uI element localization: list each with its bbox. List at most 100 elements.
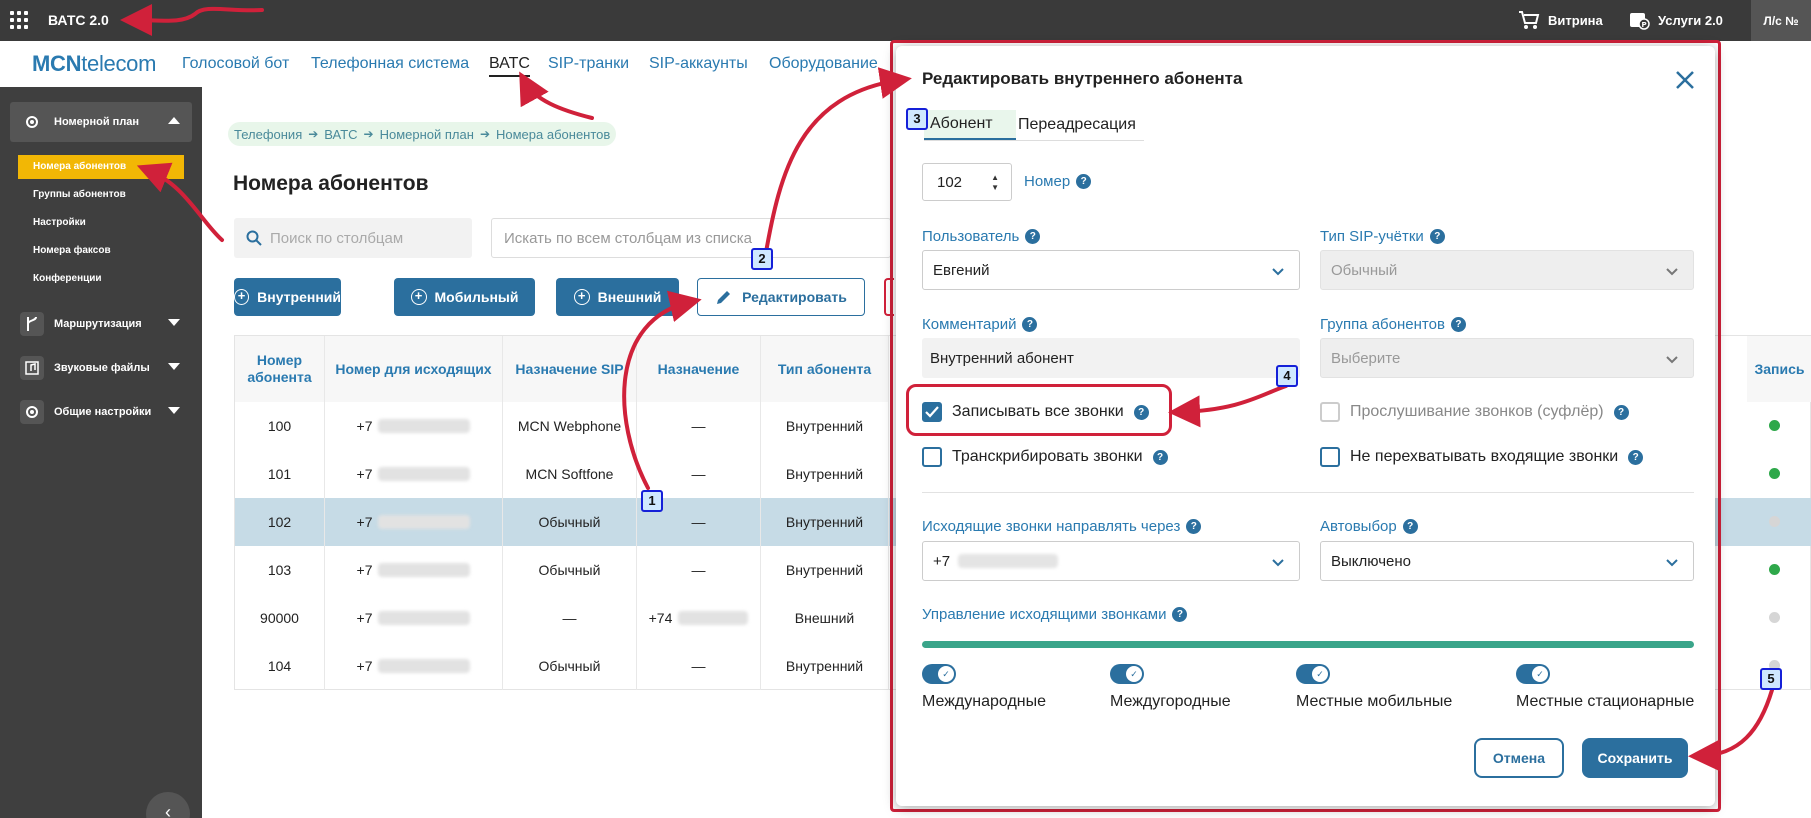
chevron-down-icon xyxy=(1272,559,1284,567)
outgoing-via-select[interactable]: +7 xyxy=(922,541,1300,581)
checkbox-icon[interactable] xyxy=(922,447,942,467)
help-icon[interactable]: ? xyxy=(1186,519,1202,534)
col-header-number[interactable]: Номер абонента xyxy=(235,336,325,402)
table-cell-sip: MCN Softfone xyxy=(503,450,637,498)
number-stepper[interactable]: 102 ▲ ▼ xyxy=(922,163,1012,201)
col-header-record[interactable]: Запись xyxy=(1747,336,1811,402)
table-cell-num: 90000 xyxy=(235,594,325,642)
help-icon[interactable]: ? xyxy=(1402,519,1418,534)
checkbox-icon[interactable] xyxy=(1320,447,1340,467)
user-label: Пользователь? xyxy=(922,228,1041,245)
outgoing-via-value: +7 xyxy=(933,552,951,570)
help-icon[interactable]: ? xyxy=(1172,607,1188,622)
stepper-arrows-icon[interactable]: ▲ ▼ xyxy=(991,173,999,193)
tab-subscriber[interactable]: Абонент xyxy=(924,110,1016,140)
arrow-to-vats xyxy=(519,71,594,120)
toggle-international[interactable]: ✓ xyxy=(922,664,956,684)
chevron-down-icon xyxy=(168,407,180,414)
blurred-number xyxy=(378,419,471,433)
account-number[interactable]: Л/с № xyxy=(1751,0,1811,41)
auto-select[interactable]: Выключено xyxy=(1320,541,1694,581)
sidebar-item-subscriber-numbers[interactable]: Номера абонентов xyxy=(18,155,184,179)
nav-sip-accounts[interactable]: SIP-аккаунты xyxy=(649,55,748,73)
sidebar-item-fax-numbers[interactable]: Номера факсов xyxy=(18,239,184,263)
check-icon: ✓ xyxy=(1126,666,1142,682)
sidebar-group-label: Звуковые файлы xyxy=(54,362,150,374)
table-cell-sip: Обычный xyxy=(503,498,637,546)
help-icon[interactable]: ? xyxy=(1450,317,1466,332)
comment-value: Внутренний абонент xyxy=(930,349,1074,367)
sidebar-item-conferences[interactable]: Конференции xyxy=(18,267,184,291)
cancel-button[interactable]: Отмена xyxy=(1474,738,1564,778)
svg-text:P: P xyxy=(1642,21,1647,29)
transcribe-label: Транскрибировать звонки xyxy=(952,448,1143,465)
sidebar-group-sounds[interactable]: Звуковые файлы xyxy=(10,348,192,388)
edit-button[interactable]: Редактировать xyxy=(697,278,865,316)
help-icon[interactable]: ? xyxy=(1628,449,1644,465)
help-icon[interactable]: ? xyxy=(1076,174,1092,189)
help-icon[interactable]: ? xyxy=(1025,229,1041,244)
sidebar-item-subscriber-groups[interactable]: Группы абонентов xyxy=(18,183,184,207)
sidebar: Номерной план Номера абонентов Группы аб… xyxy=(0,87,202,818)
chevron-down-icon xyxy=(168,363,180,370)
close-icon[interactable] xyxy=(1673,68,1697,92)
auto-select-value: Выключено xyxy=(1331,552,1411,570)
sidebar-group-general[interactable]: Общие настройки xyxy=(10,392,192,432)
services-link[interactable]: P Услуги 2.0 xyxy=(1628,10,1723,30)
col-header-type[interactable]: Тип абонента xyxy=(761,336,889,402)
nav-voice-bot[interactable]: Голосовой бот xyxy=(182,55,289,73)
plus-circle-icon: + xyxy=(410,289,427,305)
add-external-button[interactable]: + Внешний xyxy=(556,278,679,316)
vitrina-link[interactable]: Витрина xyxy=(1518,10,1603,30)
toggle-long-distance[interactable]: ✓ xyxy=(1110,664,1144,684)
column-search-input[interactable]: Поиск по столбцам xyxy=(234,218,472,258)
help-icon[interactable]: ? xyxy=(1022,317,1038,332)
apps-grid-icon[interactable] xyxy=(10,11,28,29)
chevron-down-icon xyxy=(1666,559,1678,567)
column-search-placeholder: Поиск по столбцам xyxy=(270,229,404,247)
tab-redirect[interactable]: Переадресация xyxy=(1012,110,1142,140)
sidebar-group-numbering[interactable]: Номерной план xyxy=(10,102,192,142)
vitrina-label: Витрина xyxy=(1548,12,1603,28)
chevron-down-icon xyxy=(168,319,180,326)
nav-phone-system[interactable]: Телефонная система xyxy=(311,55,469,73)
table-cell-type: Внутренний xyxy=(761,450,889,498)
step-marker-2: 2 xyxy=(751,248,773,270)
nav-sip-trunks[interactable]: SIP-транки xyxy=(548,55,629,73)
table-cell-num: 103 xyxy=(235,546,325,594)
col-header-sip[interactable]: Назначение SIP xyxy=(503,336,637,402)
user-select[interactable]: Евгений xyxy=(922,250,1300,290)
breadcrumb-item[interactable]: ВАТС xyxy=(324,127,357,142)
col-header-outgoing[interactable]: Номер для исходящих xyxy=(325,336,503,402)
breadcrumb-item[interactable]: Номерной план xyxy=(380,127,474,142)
no-intercept-checkbox[interactable]: Не перехватывать входящие звонки ? xyxy=(1320,447,1644,467)
sidebar-item-settings[interactable]: Настройки xyxy=(18,211,184,235)
toggle-local-mobile[interactable]: ✓ xyxy=(1296,664,1330,684)
toggle-local-landline[interactable]: ✓ xyxy=(1516,664,1550,684)
auto-label: Автовыбор? xyxy=(1320,518,1418,535)
save-button[interactable]: Сохранить xyxy=(1582,738,1688,778)
comment-input[interactable]: Внутренний абонент xyxy=(922,338,1300,378)
help-icon[interactable]: ? xyxy=(1152,449,1168,465)
help-icon[interactable]: ? xyxy=(1429,229,1445,244)
table-cell-dest: — xyxy=(637,546,761,594)
add-internal-label: Внутренний xyxy=(257,289,341,305)
sip-type-value: Обычный xyxy=(1331,261,1398,279)
arrow-right-icon: ➔ xyxy=(363,127,374,141)
progress-bar xyxy=(922,641,1694,648)
transcribe-checkbox[interactable]: Транскрибировать звонки ? xyxy=(922,447,1168,467)
sidebar-group-routing[interactable]: Маршрутизация xyxy=(10,304,192,344)
help-icon[interactable]: ? xyxy=(1613,404,1629,420)
add-internal-button[interactable]: + Внутренний xyxy=(234,278,341,316)
global-search-input[interactable]: Искать по всем столбцам из списка xyxy=(491,218,891,258)
top-bar: ВАТС 2.0 Витрина P Услуги 2.0 Л/с № xyxy=(0,0,1811,41)
tab-divider xyxy=(924,140,1144,141)
add-mobile-button[interactable]: + Мобильный xyxy=(394,278,535,316)
blurred-number xyxy=(378,467,471,481)
pencil-icon xyxy=(717,290,731,304)
nav-vats[interactable]: ВАТС xyxy=(489,55,530,77)
breadcrumb-item[interactable]: Телефония xyxy=(234,127,302,142)
mcn-logo[interactable]: MCNtelecom xyxy=(32,51,156,77)
col-header-dest[interactable]: Назначение xyxy=(637,336,761,402)
nav-equipment[interactable]: Оборудование xyxy=(769,55,878,73)
